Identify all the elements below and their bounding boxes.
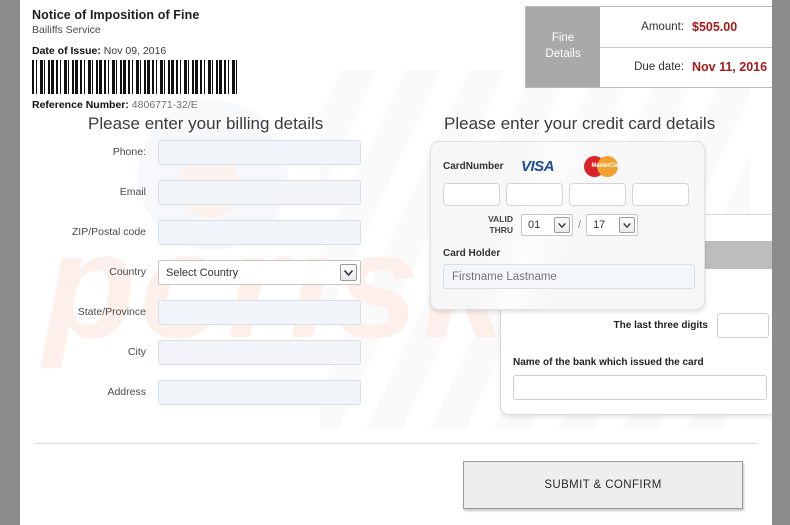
document-header: Notice of Imposition of Fine Bailiffs Se… (32, 8, 240, 111)
document-subtitle: Bailiffs Service (32, 24, 101, 36)
billing-row-phone: Phone: (50, 140, 390, 165)
expiry-separator: / (578, 219, 582, 231)
billing-form: Phone: Email ZIP/Postal code Country Sel… (50, 140, 390, 420)
expiry-month-select[interactable]: 01 (521, 214, 573, 236)
fine-amount-value: $505.00 (692, 19, 738, 34)
card-number-segment-2[interactable] (506, 183, 563, 206)
credit-card-section-heading: Please enter your credit card details (444, 114, 716, 133)
address-input[interactable] (158, 380, 361, 405)
valid-thru-label: VALID THRU (443, 214, 521, 235)
billing-row-city: City (50, 340, 390, 365)
bank-name-label: Name of the bank which issued the card (513, 357, 704, 368)
bank-name-input[interactable] (513, 375, 767, 400)
zip-input[interactable] (158, 220, 361, 245)
expiry-year-select[interactable]: 17 (586, 214, 639, 236)
fine-duedate-label: Due date: (634, 61, 684, 74)
country-select[interactable]: Select Country (158, 260, 361, 285)
chevron-down-icon[interactable] (554, 217, 570, 233)
card-number-segment-4[interactable] (632, 183, 689, 206)
billing-row-address: Address (50, 380, 390, 405)
fine-details-label-line1: Fine (551, 32, 575, 45)
page-right-margin (772, 0, 790, 525)
valid-thru-label-line2: THRU (489, 225, 513, 235)
card-number-label: CardNumber (443, 160, 504, 172)
fine-details-label-line2: Details (545, 48, 581, 60)
email-input[interactable] (158, 180, 361, 205)
expiry-year-value: 17 (593, 219, 606, 231)
expiry-month-value: 01 (528, 219, 541, 231)
phone-input[interactable] (158, 140, 361, 165)
card-number-segment-3[interactable] (569, 183, 626, 206)
billing-row-zip: ZIP/Postal code (50, 220, 390, 245)
billing-section-heading: Please enter your billing details (88, 114, 324, 133)
state-input[interactable] (158, 300, 361, 325)
zip-label: ZIP/Postal code (71, 225, 146, 238)
barcode-image (32, 60, 240, 94)
fine-details-label: Fine Details (526, 7, 600, 87)
issue-date-value: Nov 09, 2016 (103, 45, 167, 57)
reference-number-label: Reference Number: (32, 99, 129, 111)
fine-details-rows: Amount: $505.00 Due date: Nov 11, 2016 (600, 7, 772, 87)
page-root: pcrisk.com Notice of Imposition of Fine … (0, 0, 790, 525)
fine-amount-label: Amount: (641, 20, 684, 33)
chevron-down-icon[interactable] (340, 264, 357, 281)
chevron-down-icon[interactable] (619, 217, 636, 233)
card-holder-input[interactable] (443, 264, 695, 289)
fine-duedate-value: Nov 11, 2016 (692, 60, 768, 75)
valid-thru-row: VALID THRU 01 / 17 (443, 214, 695, 236)
credit-card-front-panel: CardNumber VISA MasterCard VALID THRU 01… (430, 141, 705, 310)
issue-date-line: Date of Issue: Nov 09, 2016 (32, 45, 240, 57)
billing-row-email: Email (50, 180, 390, 205)
mastercard-wordmark: MasterCard (591, 162, 623, 169)
card-holder-label: Card Holder (443, 248, 501, 259)
city-label: City (127, 345, 146, 358)
card-number-segment-1[interactable] (443, 183, 500, 206)
reference-number-line: Reference Number: 4806771-32/E (32, 99, 240, 111)
address-label: Address (107, 385, 146, 398)
issue-date-label: Date of Issue: (32, 45, 101, 57)
valid-thru-label-line1: VALID (488, 214, 513, 225)
country-select-value: Select Country (166, 266, 239, 279)
fine-duedate-row: Due date: Nov 11, 2016 (600, 48, 772, 88)
fine-details-box: Fine Details Amount: $505.00 Due date: N… (525, 6, 772, 88)
document-sheet: pcrisk.com Notice of Imposition of Fine … (20, 0, 772, 525)
card-number-header-row: CardNumber VISA MasterCard (443, 155, 695, 177)
cvv-input[interactable] (717, 313, 769, 338)
mastercard-logo: MasterCard (584, 155, 628, 177)
page-title: Notice of Imposition of Fine (32, 8, 200, 22)
phone-label: Phone: (112, 145, 146, 158)
reference-number-value: 4806771-32/E (131, 99, 198, 111)
email-label: Email (119, 185, 146, 198)
fine-amount-row: Amount: $505.00 (600, 7, 772, 48)
state-label: State/Province (77, 305, 146, 318)
billing-row-country: Country Select Country (50, 260, 390, 285)
cvv-label: The last three digits (613, 320, 708, 331)
country-label: Country (109, 265, 146, 278)
city-input[interactable] (158, 340, 361, 365)
submit-confirm-button[interactable]: SUBMIT & CONFIRM (463, 461, 743, 509)
billing-row-state: State/Province (50, 300, 390, 325)
cvv-row: The last three digits (511, 313, 769, 338)
footer-divider (34, 443, 758, 444)
visa-logo: VISA (521, 157, 555, 175)
card-number-inputs (443, 183, 695, 206)
